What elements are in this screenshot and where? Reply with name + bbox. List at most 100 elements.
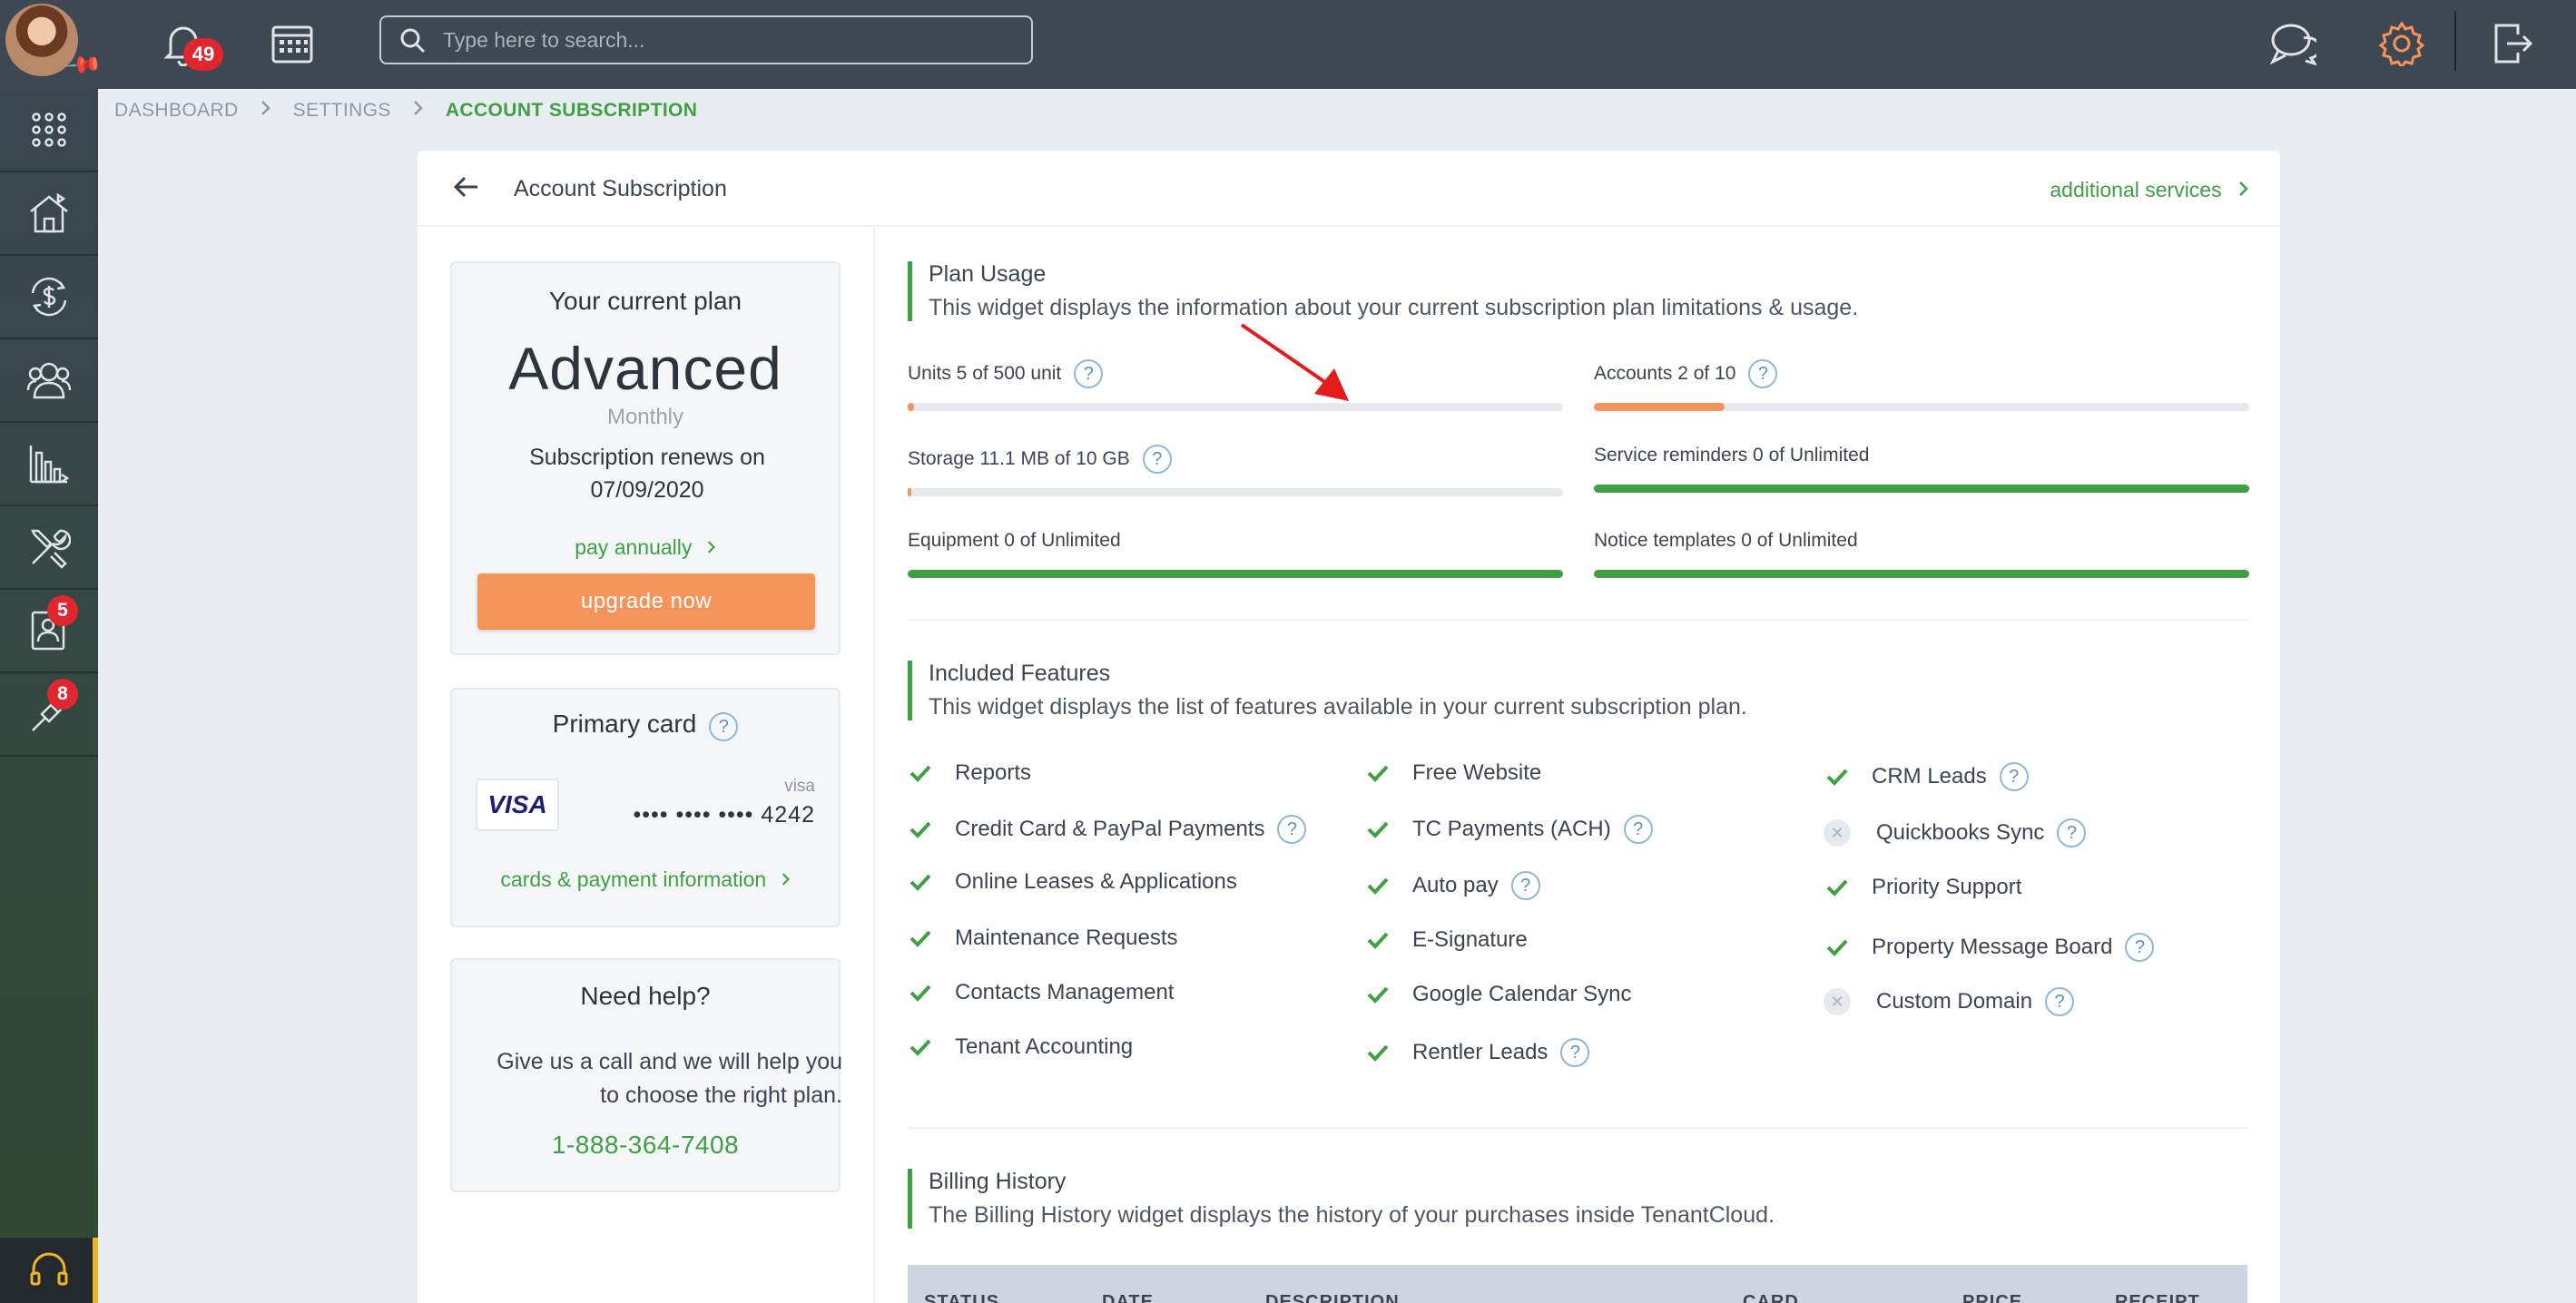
feature-item: E-Signature <box>1367 927 1528 953</box>
sidebar-item-maintenance[interactable] <box>0 506 98 590</box>
usage-equipment: Equipment 0 of Unlimited <box>908 524 1563 578</box>
help-icon[interactable]: ? <box>2057 818 2087 847</box>
primary-card-heading: Primary card? <box>452 710 839 741</box>
sidebar-item-accounting[interactable] <box>0 256 98 339</box>
messages-button[interactable] <box>2266 16 2320 71</box>
column-receipt[interactable]: RECEIPT <box>2115 1292 2200 1303</box>
check-icon <box>909 820 931 838</box>
notifications-button[interactable]: 49 <box>156 16 223 71</box>
help-icon[interactable]: ? <box>1142 445 1172 474</box>
feature-item: Google Calendar Sync <box>1367 982 1631 1007</box>
help-icon[interactable]: ? <box>1748 359 1778 388</box>
features-description: This widget displays the list of feature… <box>929 694 1747 720</box>
sidebar-item-apps[interactable] <box>0 89 98 172</box>
calendar-button[interactable] <box>265 16 320 71</box>
renewal-date: 07/09/2020 <box>590 477 704 503</box>
billing-description: The Billing History widget displays the … <box>929 1202 1775 1228</box>
breadcrumb-dashboard[interactable]: DASHBOARD <box>114 100 239 122</box>
billing-title: Billing History <box>929 1169 1067 1194</box>
usage-storage: Storage 11.1 MB of 10 GB? <box>908 443 1563 496</box>
logout-icon <box>2494 24 2532 64</box>
usage-fill <box>908 570 1563 578</box>
plan-renewal: Subscription renews on 07/09/2020 <box>488 441 806 506</box>
accounting-icon <box>31 277 67 317</box>
card-header: Account Subscription additional services <box>418 151 2280 227</box>
column-date[interactable]: DATE <box>1102 1292 1154 1303</box>
additional-services-link[interactable]: additional services <box>2050 178 2249 202</box>
feature-item: Contacts Management <box>909 980 1174 1005</box>
feature-label: Contacts Management <box>955 980 1175 1004</box>
help-icon[interactable]: ? <box>1560 1038 1590 1067</box>
primary-card-heading-text: Primary card <box>552 710 697 738</box>
usage-accounts: Accounts 2 of 10? <box>1594 358 2249 411</box>
help-icon[interactable]: ? <box>2045 987 2075 1016</box>
visa-logo: VISA <box>476 779 559 831</box>
search-icon <box>399 27 427 60</box>
search-input[interactable]: Type here to search... <box>379 15 1033 64</box>
feature-label: Property Message Board <box>1872 935 2113 959</box>
card-type: visa <box>784 777 815 796</box>
help-text: Give us a call and we will help you to c… <box>497 1049 842 1108</box>
usage-service-reminders: Service reminders 0 of Unlimited <box>1594 439 2249 493</box>
column-price[interactable]: PRICE <box>1962 1292 2022 1303</box>
check-icon <box>1367 1043 1389 1062</box>
upgrade-now-button[interactable]: upgrade now <box>477 573 815 630</box>
usage-bar <box>908 570 1563 578</box>
feature-label: Google Calendar Sync <box>1412 982 1632 1006</box>
pay-annually-link[interactable]: pay annually <box>452 535 839 560</box>
annotation-arrow <box>1240 323 1349 401</box>
help-icon[interactable]: ? <box>709 712 739 741</box>
breadcrumb: DASHBOARD SETTINGS ACCOUNT SUBSCRIPTION <box>114 100 697 122</box>
billing-table-header: STATUS DATE DESCRIPTION CARD PRICE RECEI… <box>908 1265 2247 1303</box>
settings-button[interactable] <box>2374 16 2429 71</box>
properties-icon <box>30 192 68 233</box>
cards-payment-link[interactable]: cards & payment information <box>452 867 839 892</box>
help-icon[interactable]: ? <box>1623 815 1653 844</box>
feature-item: ✕ Custom Domain? <box>1824 987 2075 1016</box>
column-status[interactable]: STATUS <box>924 1292 999 1303</box>
subscription-card: Account Subscription additional services… <box>418 151 2280 1303</box>
usage-bar <box>1594 403 2249 411</box>
sidebar-item-tenants[interactable] <box>0 339 98 423</box>
sidebar-item-reports[interactable] <box>0 423 98 506</box>
feature-label: E-Signature <box>1412 927 1528 952</box>
plan-cycle: Monthly <box>606 405 684 429</box>
check-icon <box>1826 878 1848 896</box>
column-card[interactable]: CARD <box>1743 1292 1799 1303</box>
usage-bar <box>1594 485 2249 493</box>
check-icon <box>1826 938 1848 956</box>
logout-button[interactable] <box>2485 16 2540 71</box>
section-divider <box>908 1127 2247 1129</box>
help-phone[interactable]: 1-888-364-7408 <box>452 1131 839 1160</box>
tools-badge: 8 <box>47 679 78 710</box>
sidebar-item-properties[interactable] <box>0 172 98 256</box>
usage-bar <box>908 488 1563 496</box>
breadcrumb-settings[interactable]: SETTINGS <box>293 100 391 122</box>
column-description[interactable]: DESCRIPTION <box>1265 1292 1400 1303</box>
chevron-right-icon <box>2239 181 2248 196</box>
support-button[interactable] <box>0 1238 98 1303</box>
help-icon[interactable]: ? <box>1999 762 2029 791</box>
usage-notice-templates: Notice templates 0 of Unlimited <box>1594 524 2249 578</box>
help-icon[interactable]: ? <box>1074 359 1104 388</box>
apps-grid-icon <box>32 113 66 147</box>
help-panel: Need help? Give us a call and we will he… <box>450 958 842 1192</box>
primary-card-panel: Primary card? VISA visa •••• •••• •••• 4… <box>450 688 841 927</box>
help-icon[interactable]: ? <box>2125 933 2155 962</box>
pay-annually-label: pay annually <box>575 535 693 559</box>
feature-label: Maintenance Requests <box>955 926 1178 950</box>
back-button[interactable] <box>452 172 481 206</box>
chevron-right-icon <box>782 873 790 886</box>
check-icon <box>1367 931 1389 949</box>
tenants-icon <box>26 362 72 399</box>
feature-item: Auto pay? <box>1367 871 1540 900</box>
sidebar-item-tools[interactable]: 8 <box>0 673 98 757</box>
usage-label: Notice templates 0 of Unlimited <box>1594 530 1858 551</box>
usage-label: Equipment 0 of Unlimited <box>908 530 1121 551</box>
plan-usage-description: This widget displays the information abo… <box>929 295 1859 320</box>
help-icon[interactable]: ? <box>1510 871 1540 900</box>
usage-fill <box>908 403 915 411</box>
help-icon[interactable]: ? <box>1277 815 1307 844</box>
check-icon <box>909 873 931 891</box>
sidebar-item-applications[interactable]: 5 <box>0 590 98 673</box>
